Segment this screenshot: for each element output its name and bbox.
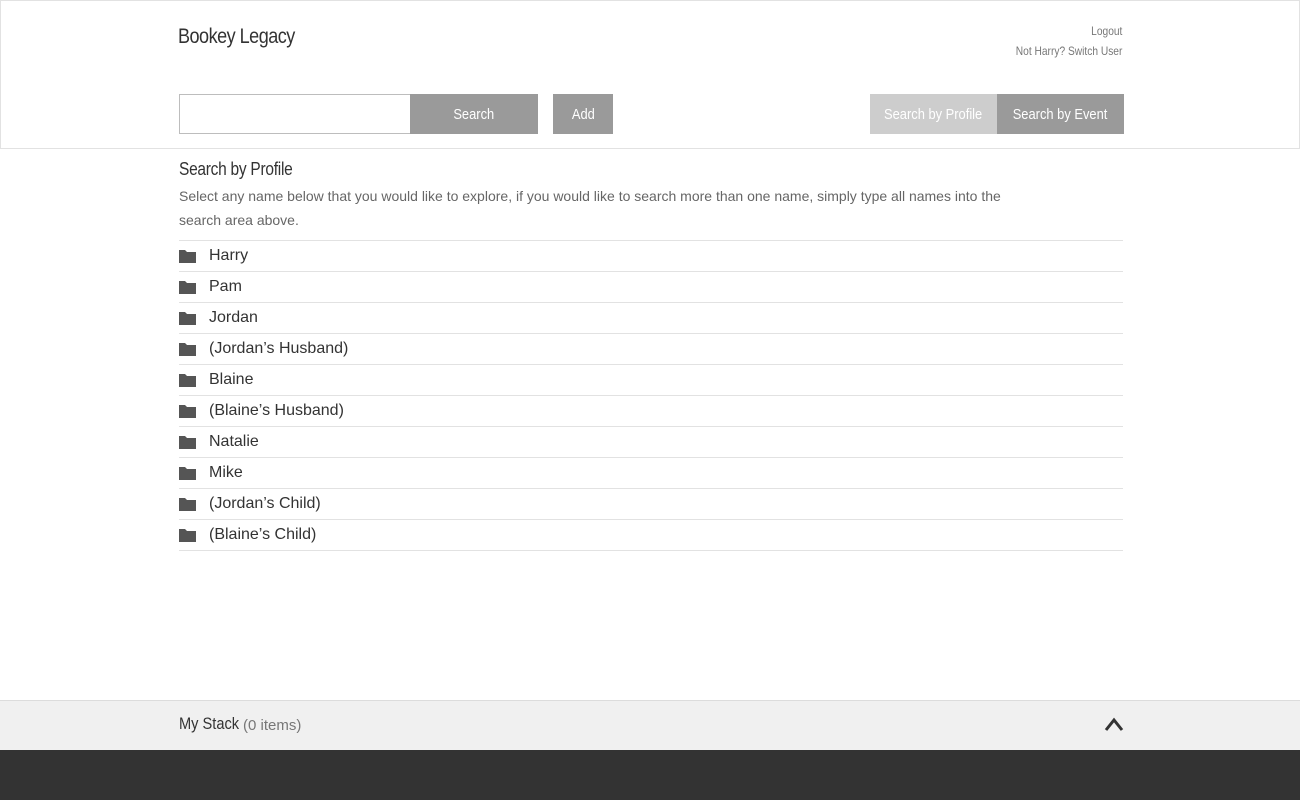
footer [0, 750, 1300, 800]
search-by-event-button[interactable]: Search by Event [997, 94, 1124, 134]
folder-icon [179, 404, 196, 418]
search-by-profile-label: Search by Profile [884, 105, 983, 123]
profile-name: Jordan [209, 309, 258, 326]
profile-name: Mike [209, 464, 243, 481]
search-input[interactable] [179, 94, 411, 134]
folder-icon [179, 466, 196, 480]
profile-item-jordans-husband[interactable]: (Jordan’s Husband) [179, 334, 1123, 365]
top-header: Bookey Legacy Logout Not Harry? Switch U… [0, 0, 1300, 80]
folder-icon [179, 528, 196, 542]
profile-name: Blaine [209, 371, 254, 388]
profile-item-blaine[interactable]: Blaine [179, 365, 1123, 396]
profile-item-blaines-child[interactable]: (Blaine’s Child) [179, 520, 1123, 551]
profile-item-natalie[interactable]: Natalie [179, 427, 1123, 458]
profile-name: Natalie [209, 433, 259, 450]
search-button-label: Search [453, 105, 495, 123]
user-links: Logout Not Harry? Switch User [997, 21, 1122, 61]
brand-logo[interactable]: Bookey Legacy [178, 25, 295, 49]
profile-item-blaines-husband[interactable]: (Blaine’s Husband) [179, 396, 1123, 427]
profile-name: (Blaine’s Husband) [209, 402, 344, 419]
search-button[interactable]: Search [410, 94, 538, 134]
search-toolbar: Search Add Search by Profile Search by E… [0, 79, 1300, 149]
profile-name: Harry [209, 247, 249, 264]
stack-count: (0 items) [243, 717, 302, 734]
folder-icon [179, 373, 196, 387]
profile-name: Pam [209, 278, 242, 295]
profile-name: (Blaine’s Child) [209, 526, 317, 543]
profile-name: (Jordan’s Child) [209, 495, 321, 512]
section-title: Search by Profile [179, 159, 293, 179]
section-description: Select any name below that you would lik… [179, 188, 1001, 228]
my-stack-bar[interactable]: My Stack (0 items) [0, 700, 1300, 750]
profile-item-jordans-child[interactable]: (Jordan’s Child) [179, 489, 1123, 520]
profile-item-pam[interactable]: Pam [179, 272, 1123, 303]
folder-icon [179, 435, 196, 449]
stack-title: My Stack [179, 714, 240, 733]
add-button[interactable]: Add [553, 94, 613, 134]
add-button-label: Add [571, 105, 595, 123]
logout-link[interactable]: Logout [1015, 21, 1122, 41]
profile-item-mike[interactable]: Mike [179, 458, 1123, 489]
chevron-up-icon[interactable] [1104, 715, 1124, 735]
search-by-profile-button[interactable]: Search by Profile [870, 94, 997, 134]
profile-list: Harry Pam Jordan (Jordan’s Husband) Blai… [179, 240, 1123, 551]
profile-item-jordan[interactable]: Jordan [179, 303, 1123, 334]
switch-user-link[interactable]: Not Harry? Switch User [1015, 41, 1122, 61]
folder-icon [179, 497, 196, 511]
folder-icon [179, 249, 196, 263]
profile-item-harry[interactable]: Harry [179, 241, 1123, 272]
profile-name: (Jordan’s Husband) [209, 340, 349, 357]
search-by-event-label: Search by Event [1013, 105, 1108, 123]
folder-icon [179, 342, 196, 356]
folder-icon [179, 280, 196, 294]
folder-icon [179, 311, 196, 325]
